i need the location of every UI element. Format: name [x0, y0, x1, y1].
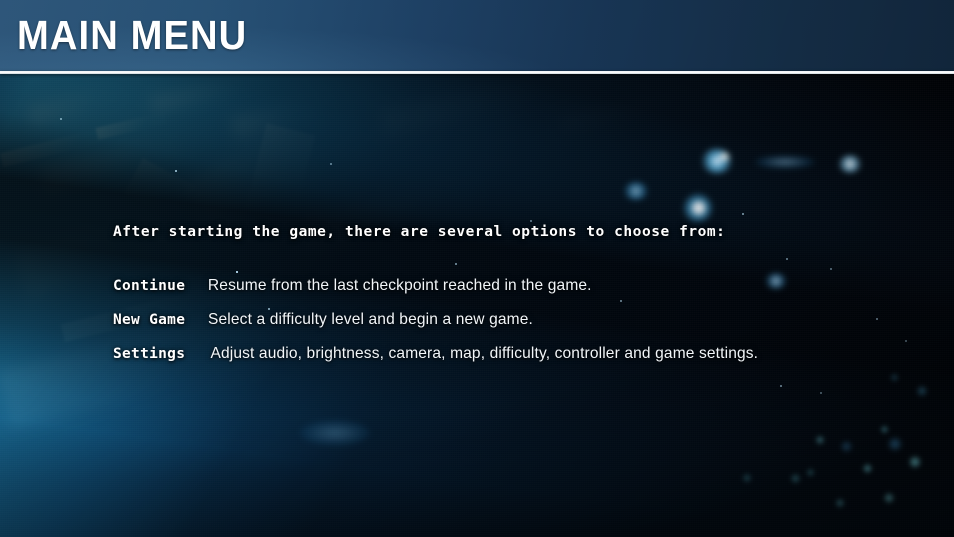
menu-options-list: Continue Resume from the last checkpoint… — [113, 277, 913, 363]
intro-text: After starting the game, there are sever… — [113, 224, 726, 240]
menu-option-settings-label: Settings — [113, 346, 186, 362]
menu-option-new-game[interactable]: New Game Select a difficulty level and b… — [113, 311, 913, 329]
page-header: MAIN MENU — [0, 0, 954, 71]
menu-option-new-game-label: New Game — [113, 312, 186, 328]
menu-option-continue-description: Resume from the last checkpoint reached … — [208, 277, 592, 294]
header-divider-rule — [0, 71, 954, 74]
menu-option-new-game-description: Select a difficulty level and begin a ne… — [208, 311, 534, 328]
menu-help-content: After starting the game, there are sever… — [113, 222, 913, 363]
page-title: MAIN MENU — [17, 12, 248, 58]
menu-option-continue[interactable]: Continue Resume from the last checkpoint… — [113, 277, 913, 295]
menu-option-settings-description: Adjust audio, brightness, camera, map, d… — [210, 345, 759, 362]
menu-option-continue-label: Continue — [113, 278, 186, 294]
menu-option-settings[interactable]: Settings Adjust audio, brightness, camer… — [113, 345, 913, 363]
main-menu-screen: MAIN MENU After starting the game, there… — [0, 0, 954, 537]
